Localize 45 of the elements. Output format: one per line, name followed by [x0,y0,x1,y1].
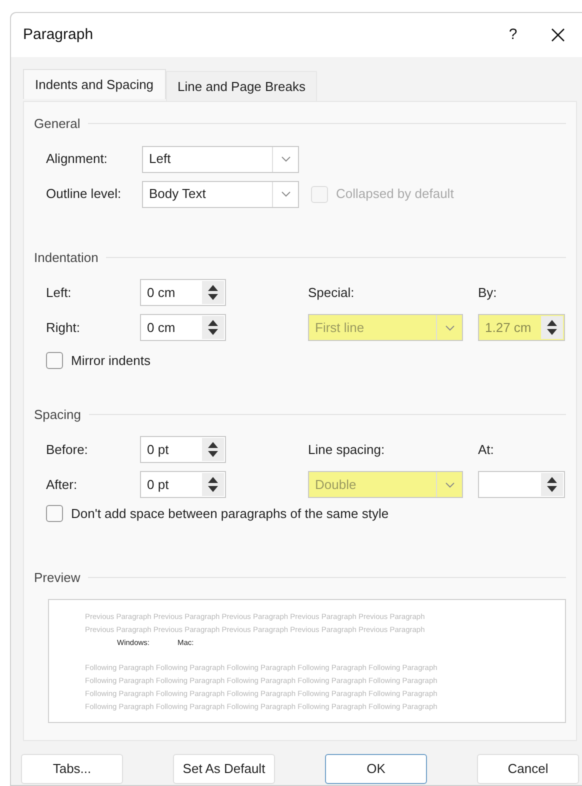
spin-buttons[interactable] [202,438,224,461]
dialog-button[interactable]: Cancel [477,754,579,784]
chevron-down-icon [444,482,454,488]
alignment-dropdown[interactable]: Left [142,146,299,172]
spin-field[interactable] [478,471,565,498]
spin-buttons[interactable] [202,316,224,339]
checkbox-label: Don't add space between paragraphs of the same style [71,505,389,523]
spin-field[interactable]: 0 cm [140,314,226,341]
dialog-button[interactable]: OK [325,754,427,784]
field-label: Special: [308,284,356,302]
dialog-button[interactable]: Set As Default [173,754,275,784]
outline-level-dropdown[interactable]: Body Text [142,180,299,208]
checkbox[interactable] [46,352,63,370]
field-label: Left: [46,284,72,302]
chevron-down-icon [280,191,290,197]
help-button[interactable]: ? [493,15,533,55]
spin-field[interactable]: 0 pt [140,436,226,463]
dialog-button[interactable]: Tabs... [21,754,123,784]
spin-buttons[interactable] [202,281,224,304]
checkbox-label: Collapsed by default [336,185,454,204]
spin-field[interactable]: 0 cm [140,279,226,306]
field-label: Right: [46,318,81,337]
checkbox-label: Mirror indents [71,352,150,370]
spin-buttons[interactable] [541,473,563,496]
chevron-down-icon [444,324,454,330]
window-title: Paragraph [23,24,94,45]
field-label: At: [478,440,495,459]
field-label: Line spacing: [308,440,386,459]
field-label: By: [478,284,498,302]
field-label: Outline level: [46,185,122,204]
checkbox[interactable] [46,505,63,522]
section-title: Indentation [34,248,98,266]
spin-buttons[interactable] [202,473,224,496]
field-label: After: [46,476,78,494]
field-label: Alignment: [46,150,108,168]
chevron-down-icon [280,156,290,162]
section-title: General [34,115,80,133]
close-icon [551,28,565,42]
spin-field[interactable]: 0 pt [140,471,226,498]
tab[interactable]: Indents and Spacing [23,69,166,99]
section-title: Preview [34,568,80,586]
spin-buttons[interactable] [541,316,563,339]
tab[interactable]: Line and Page Breaks [166,71,318,101]
field-label: Before: [46,440,89,459]
section-title: Spacing [34,406,81,424]
